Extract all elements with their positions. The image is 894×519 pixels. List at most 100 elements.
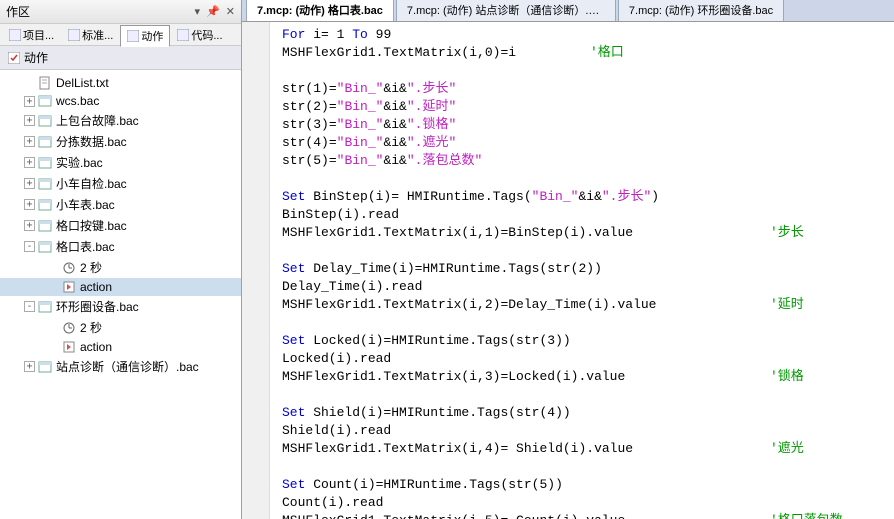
- sidebar-tab-label: 项目...: [23, 27, 54, 43]
- code-comment: '步长: [770, 224, 804, 242]
- tree-spacer: [48, 282, 59, 293]
- code-line[interactable]: Shield(i).read: [282, 422, 882, 440]
- tree-item[interactable]: - 格口表.bac: [0, 236, 241, 257]
- tree-item[interactable]: action: [0, 338, 241, 356]
- tree-item-label: 2 秒: [80, 319, 102, 336]
- collapse-icon[interactable]: -: [24, 241, 35, 252]
- editor-tab[interactable]: 7.mcp: (动作) 环形圈设备.bac: [618, 0, 784, 21]
- code-comment: '延时: [770, 296, 804, 314]
- tree-item[interactable]: action: [0, 278, 241, 296]
- code-line[interactable]: Set Locked(i)=HMIRuntime.Tags(str(3)): [282, 332, 882, 350]
- code-line[interactable]: MSHFlexGrid1.TextMatrix(i,3)=Locked(i).v…: [282, 368, 882, 386]
- code-line[interactable]: Delay_Time(i).read: [282, 278, 882, 296]
- code-comment: '遮光: [770, 440, 804, 458]
- code-line[interactable]: MSHFlexGrid1.TextMatrix(i,0)=i'格口: [282, 44, 882, 62]
- tree-item[interactable]: 2 秒: [0, 257, 241, 278]
- panel-titlebar: 作区 ▾ 📌 ✕: [0, 0, 241, 24]
- tree-item[interactable]: + 格口按键.bac: [0, 215, 241, 236]
- tree-item[interactable]: +上包台故障.bac: [0, 110, 241, 131]
- tree-item[interactable]: + 小车表.bac: [0, 194, 241, 215]
- tree-item[interactable]: + 小车自检.bac: [0, 173, 241, 194]
- project-icon: [9, 29, 21, 41]
- sidebar-tab-std[interactable]: 标准...: [61, 24, 120, 46]
- tree-spacer: [48, 322, 59, 333]
- expand-icon[interactable]: +: [24, 199, 35, 210]
- code-line[interactable]: [282, 242, 882, 260]
- tree-item[interactable]: +分拣数据.bac: [0, 131, 241, 152]
- bac-icon: [38, 198, 52, 212]
- sidebar-tab-code[interactable]: 代码...: [170, 24, 229, 46]
- code-line[interactable]: str(5)="Bin_"&i&".落包总数": [282, 152, 882, 170]
- code-line[interactable]: MSHFlexGrid1.TextMatrix(i,5)= Count(i).v…: [282, 512, 882, 519]
- action-icon: [8, 52, 20, 64]
- file-tree[interactable]: DelList.txt +wcs.bac+上包台故障.bac+分拣数据.bac+实…: [0, 70, 241, 519]
- tree-item[interactable]: +实验.bac: [0, 152, 241, 173]
- bac-icon: [38, 135, 52, 149]
- close-icon[interactable]: ✕: [226, 5, 235, 18]
- editor-tab[interactable]: 7.mcp: (动作) 站点诊断（通信诊断）.bac: [396, 0, 616, 21]
- tree-item[interactable]: +wcs.bac: [0, 92, 241, 110]
- tree-item-label: action: [80, 280, 112, 294]
- code-line[interactable]: [282, 386, 882, 404]
- tree-item-label: 站点诊断（通信诊断）.bac: [56, 358, 199, 375]
- code-line[interactable]: [282, 170, 882, 188]
- tree-item-label: DelList.txt: [56, 76, 109, 90]
- code-line[interactable]: MSHFlexGrid1.TextMatrix(i,2)=Delay_Time(…: [282, 296, 882, 314]
- gutter: [242, 22, 270, 519]
- code-line[interactable]: [282, 62, 882, 80]
- editor-tabs: 7.mcp: (动作) 格口表.bac7.mcp: (动作) 站点诊断（通信诊断…: [242, 0, 894, 22]
- expand-icon[interactable]: +: [24, 157, 35, 168]
- pin-icon[interactable]: 📌: [206, 5, 220, 18]
- code-line[interactable]: MSHFlexGrid1.TextMatrix(i,1)=BinStep(i).…: [282, 224, 882, 242]
- code-line[interactable]: str(3)="Bin_"&i&".锁格": [282, 116, 882, 134]
- expand-icon[interactable]: +: [24, 115, 35, 126]
- editor-tab[interactable]: 7.mcp: (动作) 格口表.bac: [246, 0, 394, 21]
- code-line[interactable]: str(4)="Bin_"&i&".遮光": [282, 134, 882, 152]
- code-area[interactable]: For i= 1 To 99MSHFlexGrid1.TextMatrix(i,…: [242, 22, 894, 519]
- tree-spacer: [24, 78, 35, 89]
- code-line[interactable]: [282, 458, 882, 476]
- expand-icon[interactable]: +: [24, 220, 35, 231]
- expand-icon[interactable]: +: [24, 361, 35, 372]
- code-line[interactable]: Set Shield(i)=HMIRuntime.Tags(str(4)): [282, 404, 882, 422]
- tree-item[interactable]: - 环形圈设备.bac: [0, 296, 241, 317]
- code-line[interactable]: Set Count(i)=HMIRuntime.Tags(str(5)): [282, 476, 882, 494]
- sidebar-tab-action[interactable]: 动作: [120, 25, 170, 47]
- action-leaf-icon: [62, 340, 76, 354]
- code-line[interactable]: Set BinStep(i)= HMIRuntime.Tags("Bin_"&i…: [282, 188, 882, 206]
- clock-icon: [62, 261, 76, 275]
- code-line[interactable]: Locked(i).read: [282, 350, 882, 368]
- expand-icon[interactable]: +: [24, 136, 35, 147]
- tree-item[interactable]: DelList.txt: [0, 74, 241, 92]
- code-line[interactable]: BinStep(i).read: [282, 206, 882, 224]
- tree-item-label: 环形圈设备.bac: [56, 298, 139, 315]
- std-icon: [68, 29, 80, 41]
- code-line[interactable]: Set Delay_Time(i)=HMIRuntime.Tags(str(2)…: [282, 260, 882, 278]
- tree-item[interactable]: 2 秒: [0, 317, 241, 338]
- tree-spacer: [48, 262, 59, 273]
- sidebar-tab-project[interactable]: 项目...: [2, 24, 61, 46]
- tree-item[interactable]: + 站点诊断（通信诊断）.bac: [0, 356, 241, 377]
- bac-icon: [38, 219, 52, 233]
- expand-icon[interactable]: +: [24, 96, 35, 107]
- bac-icon: [38, 156, 52, 170]
- code-line[interactable]: str(1)="Bin_"&i&".步长": [282, 80, 882, 98]
- code-line[interactable]: str(2)="Bin_"&i&".延时": [282, 98, 882, 116]
- tree-item-label: 小车自检.bac: [56, 175, 127, 192]
- file-icon: [38, 76, 52, 90]
- code-comment: '格口落包数: [770, 512, 843, 519]
- code-line[interactable]: MSHFlexGrid1.TextMatrix(i,4)= Shield(i).…: [282, 440, 882, 458]
- collapse-icon[interactable]: -: [24, 301, 35, 312]
- code-text[interactable]: For i= 1 To 99MSHFlexGrid1.TextMatrix(i,…: [270, 22, 894, 519]
- dropdown-icon[interactable]: ▾: [195, 5, 201, 18]
- tree-item-label: 小车表.bac: [56, 196, 115, 213]
- code-line[interactable]: For i= 1 To 99: [282, 26, 882, 44]
- code-line[interactable]: [282, 314, 882, 332]
- tree-item-label: 格口按键.bac: [56, 217, 127, 234]
- tree-item-label: 格口表.bac: [56, 238, 115, 255]
- tree-section-header: 动作: [0, 46, 241, 70]
- code-line[interactable]: Count(i).read: [282, 494, 882, 512]
- bac-icon: [38, 300, 52, 314]
- expand-icon[interactable]: +: [24, 178, 35, 189]
- tree-item-label: 2 秒: [80, 259, 102, 276]
